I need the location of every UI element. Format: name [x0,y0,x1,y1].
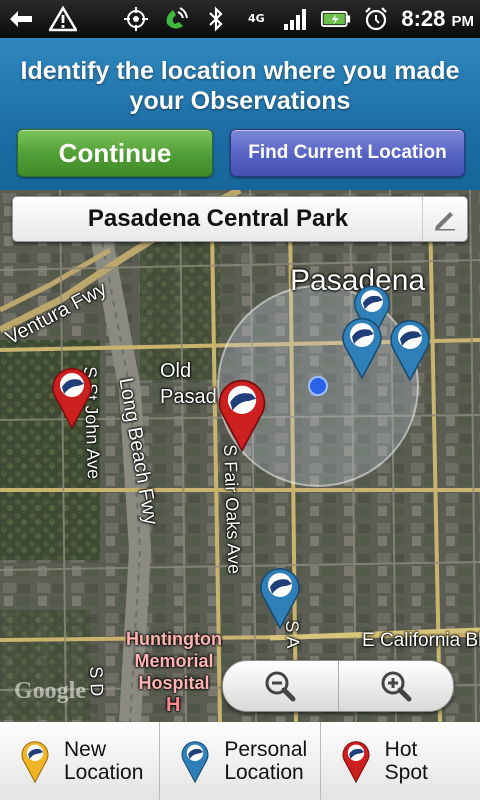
gps-icon [121,4,151,34]
header: Identify the location where you made you… [0,38,480,190]
map-label-s-d: S D [86,666,108,697]
continue-button[interactable]: Continue [17,129,213,177]
tab-new-location[interactable]: New Location [0,722,161,800]
status-bar: 4G 8:28 PM [0,0,480,38]
usb-icon [6,4,36,34]
tab-hot-spot[interactable]: Hot Spot [321,722,480,800]
phone-speaker-icon [161,4,191,34]
network-4g-icon: 4G [247,12,265,25]
google-logo: Google [14,678,86,704]
signal-icon [281,4,311,34]
alarm-icon [361,4,391,34]
personal-location-pin[interactable] [258,564,302,630]
tab-personal-location[interactable]: Personal Location [160,722,321,800]
personal-location-pin[interactable] [388,316,432,382]
map-label-california-blvd: E California Bl [362,630,480,651]
map-view[interactable]: Pasadena Ventura Fwy Old Pasad Long Beac… [0,190,480,722]
pencil-icon[interactable] [422,197,467,241]
battery-icon [321,4,351,34]
hospital-icon: H [166,694,181,716]
bluetooth-icon [201,4,231,34]
find-current-location-button[interactable]: Find Current Location [230,129,465,177]
hot-spot-pin-icon [342,741,370,784]
new-location-pin[interactable] [50,364,94,430]
tab-label: Personal Location [224,738,308,784]
map-label-old-pasadena: Old Pasad [160,360,217,408]
legend-tabs: New Location Personal Location Hot Spot [0,722,480,800]
map-label-fair-oaks: S Fair Oaks Ave [220,444,245,575]
clock: 8:28 PM [401,6,474,31]
selected-location-pin[interactable] [216,374,268,454]
personal-location-pin[interactable] [340,314,384,380]
location-name[interactable]: Pasadena Central Park [13,197,423,241]
zoom-in-icon[interactable] [339,661,454,711]
personal-location-pin-icon [181,741,209,784]
tab-label: New Location [64,738,144,784]
zoom-controls [222,660,454,712]
new-location-pin-icon [21,741,49,784]
warning-icon [48,4,78,34]
location-name-bar[interactable]: Pasadena Central Park [12,196,468,242]
page-title: Identify the location where you made you… [20,57,460,115]
map-label-huntington-hospital: Huntington Memorial Hospital [126,629,222,693]
tab-label: Hot Spot [384,738,428,784]
zoom-out-icon[interactable] [223,661,339,711]
